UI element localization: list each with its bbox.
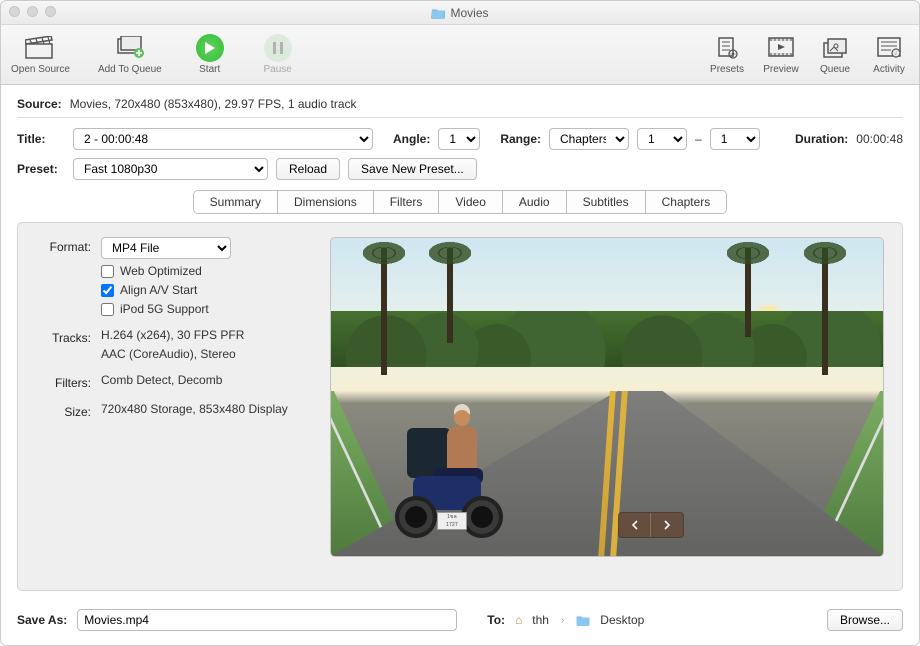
toolbar: Open Source Add To Queue Start Pause Pre… — [1, 25, 919, 85]
format-select[interactable]: MP4 File — [101, 237, 231, 259]
size-label: Size: — [36, 402, 91, 419]
window-controls — [9, 6, 56, 17]
tab-chapters[interactable]: Chapters — [646, 191, 727, 213]
film-clapper-icon — [25, 35, 55, 61]
chevron-right-icon — [662, 520, 672, 530]
queue-icon — [820, 35, 850, 61]
format-label: Format: — [36, 237, 91, 254]
footer: Save As: To: ⌂ thh › Desktop Browse... — [1, 599, 919, 645]
preview-next-button[interactable] — [651, 513, 683, 537]
tracks-video-text: H.264 (x264), 30 FPS PFR — [101, 328, 306, 342]
preview-image: 1ขล1727 — [330, 237, 884, 557]
tab-audio[interactable]: Audio — [503, 191, 567, 213]
queue-button[interactable]: Queue — [815, 35, 855, 75]
folder-icon — [576, 614, 590, 626]
reload-button[interactable]: Reload — [276, 158, 340, 180]
web-optimized-checkbox[interactable]: Web Optimized — [101, 264, 306, 278]
to-dest-text: Desktop — [600, 613, 644, 627]
preset-label: Preset: — [17, 162, 65, 176]
range-label: Range: — [500, 132, 541, 146]
queue-add-icon — [115, 35, 145, 61]
preview-button[interactable]: Preview — [761, 35, 801, 75]
ipod-support-checkbox[interactable]: iPod 5G Support — [101, 302, 306, 316]
start-label: Start — [199, 64, 220, 75]
duration-value: 00:00:48 — [856, 132, 903, 146]
title-label: Title: — [17, 132, 65, 146]
pause-label: Pause — [264, 64, 292, 75]
filters-text: Comb Detect, Decomb — [101, 373, 306, 387]
summary-left-column: Format: MP4 File Web Optimized Align A/V… — [36, 237, 306, 576]
pause-icon — [264, 34, 292, 62]
to-label: To: — [487, 613, 505, 627]
title-select[interactable]: 2 - 00:00:48 — [73, 128, 373, 150]
license-plate: 1ขล1727 — [437, 512, 467, 530]
open-source-button[interactable]: Open Source — [11, 35, 70, 75]
chevron-right-icon: › — [559, 615, 566, 626]
divider — [17, 117, 903, 118]
browse-button[interactable]: Browse... — [827, 609, 903, 631]
play-icon — [196, 34, 224, 62]
home-icon: ⌂ — [515, 613, 522, 627]
tab-summary[interactable]: Summary — [194, 191, 278, 213]
tab-subtitles[interactable]: Subtitles — [567, 191, 646, 213]
zoom-window-icon[interactable] — [45, 6, 56, 17]
chevron-left-icon — [630, 520, 640, 530]
preview-prev-button[interactable] — [619, 513, 651, 537]
angle-label: Angle: — [393, 132, 430, 146]
minimize-window-icon[interactable] — [27, 6, 38, 17]
add-to-queue-label: Add To Queue — [98, 64, 162, 75]
presets-button[interactable]: Presets — [707, 35, 747, 75]
tab-video[interactable]: Video — [439, 191, 502, 213]
save-as-input[interactable] — [77, 609, 457, 631]
align-av-checkbox[interactable]: Align A/V Start — [101, 283, 306, 297]
source-label: Source: — [17, 97, 62, 111]
folder-icon — [431, 7, 445, 19]
size-text: 720x480 Storage, 853x480 Display — [101, 402, 306, 416]
activity-icon: i — [874, 35, 904, 61]
range-type-select[interactable]: Chapters — [549, 128, 629, 150]
activity-button[interactable]: i Activity — [869, 35, 909, 75]
save-new-preset-button[interactable]: Save New Preset... — [348, 158, 477, 180]
preset-select[interactable]: Fast 1080p30 — [73, 158, 268, 180]
close-window-icon[interactable] — [9, 6, 20, 17]
titlebar: Movies — [1, 1, 919, 25]
angle-select[interactable]: 1 — [438, 128, 480, 150]
preset-row: Preset: Fast 1080p30 Reload Save New Pre… — [17, 158, 903, 180]
tabs-container: SummaryDimensionsFiltersVideoAudioSubtit… — [17, 190, 903, 214]
source-text: Movies, 720x480 (853x480), 29.97 FPS, 1 … — [70, 97, 357, 111]
save-as-label: Save As: — [17, 613, 67, 627]
preview-icon — [766, 35, 796, 61]
app-window: Movies Open Source Add To Queue Start — [0, 0, 920, 646]
range-to-select[interactable]: 1 — [710, 128, 760, 150]
start-button[interactable]: Start — [190, 35, 230, 75]
window-title-text: Movies — [450, 6, 488, 20]
add-to-queue-button[interactable]: Add To Queue — [98, 35, 162, 75]
tracks-label: Tracks: — [36, 328, 91, 345]
preview-pager — [618, 512, 684, 538]
duration-label: Duration: — [795, 132, 848, 146]
preview-label: Preview — [763, 64, 799, 75]
queue-label: Queue — [820, 64, 850, 75]
activity-label: Activity — [873, 64, 905, 75]
source-row: Source: Movies, 720x480 (853x480), 29.97… — [17, 97, 903, 111]
motorcycle-rider: 1ขล1727 — [391, 398, 521, 538]
pause-button[interactable]: Pause — [258, 35, 298, 75]
presets-icon — [712, 35, 742, 61]
presets-label: Presets — [710, 64, 744, 75]
summary-panel: Format: MP4 File Web Optimized Align A/V… — [17, 222, 903, 591]
range-from-select[interactable]: 1 — [637, 128, 687, 150]
to-user-text: thh — [532, 613, 549, 627]
tab-filters[interactable]: Filters — [374, 191, 440, 213]
range-separator: – — [695, 132, 702, 146]
window-title: Movies — [431, 6, 488, 20]
tab-bar: SummaryDimensionsFiltersVideoAudioSubtit… — [193, 190, 728, 214]
filters-label: Filters: — [36, 373, 91, 390]
title-row: Title: 2 - 00:00:48 Angle: 1 Range: Chap… — [17, 128, 903, 150]
open-source-label: Open Source — [11, 64, 70, 75]
tracks-audio-text: AAC (CoreAudio), Stereo — [101, 347, 306, 361]
tab-dimensions[interactable]: Dimensions — [278, 191, 374, 213]
main-content: Source: Movies, 720x480 (853x480), 29.97… — [1, 85, 919, 599]
